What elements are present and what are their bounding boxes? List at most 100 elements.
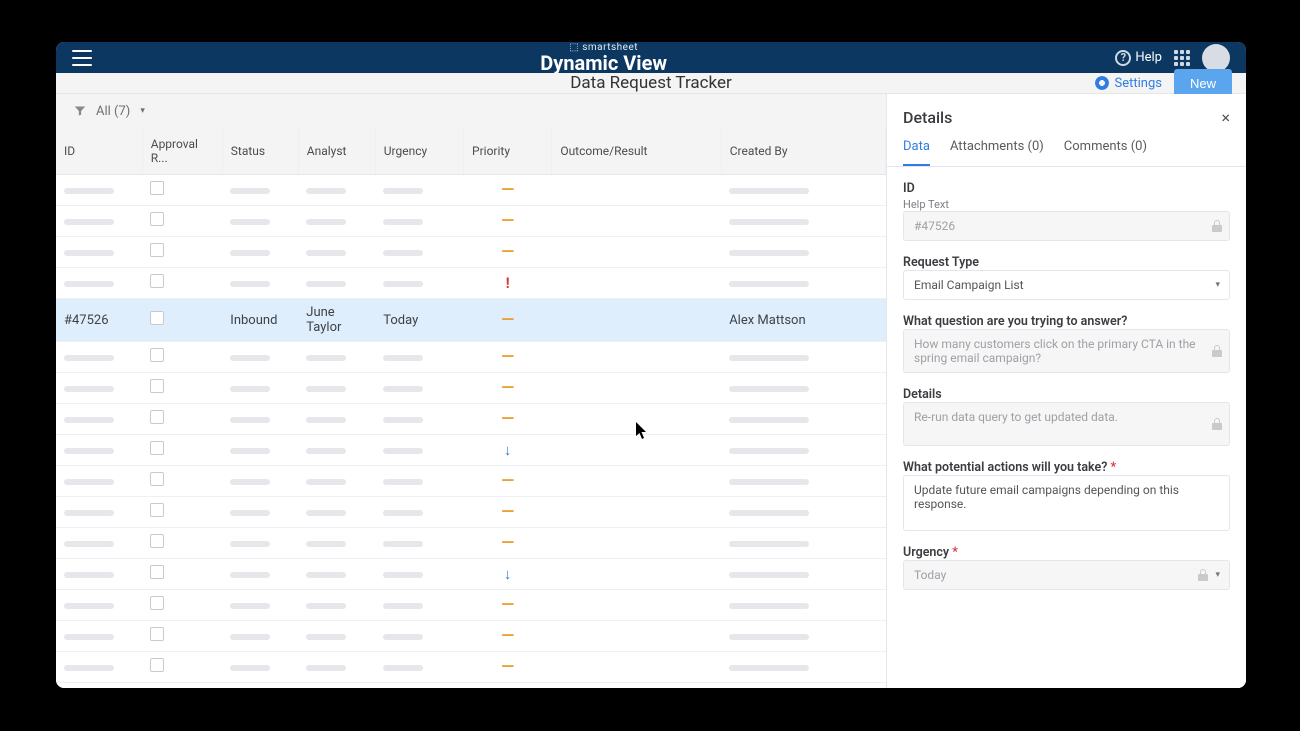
- details-panel: Details × Data Attachments (0) Comments …: [886, 94, 1246, 688]
- priority-medium-icon: —: [501, 502, 514, 522]
- placeholder: [64, 250, 114, 256]
- table-row[interactable]: ↓: [56, 559, 886, 590]
- approval-checkbox[interactable]: [150, 596, 164, 610]
- priority-medium-icon: —: [501, 626, 514, 646]
- urgency-select[interactable]: Today: [903, 560, 1230, 590]
- placeholder: [383, 479, 423, 485]
- approval-checkbox[interactable]: [150, 274, 164, 288]
- tab-attachments[interactable]: Attachments (0): [950, 131, 1044, 166]
- placeholder: [729, 355, 809, 361]
- approval-checkbox[interactable]: [150, 472, 164, 486]
- app-launcher-icon[interactable]: [1174, 50, 1190, 66]
- approval-checkbox[interactable]: [150, 565, 164, 579]
- col-header-created-by[interactable]: Created By: [721, 128, 885, 175]
- placeholder: [383, 386, 423, 392]
- placeholder: [729, 188, 809, 194]
- id-field: #47526: [903, 211, 1230, 241]
- top-bar: ⬚ smartsheet Dynamic View ? Help: [56, 42, 1246, 73]
- placeholder: [729, 281, 809, 287]
- menu-icon[interactable]: [72, 50, 92, 66]
- filter-icon: [74, 105, 86, 117]
- priority-medium-icon: —: [501, 242, 514, 262]
- table-row[interactable]: #47526InboundJune TaylorToday—Alex Matts…: [56, 299, 886, 342]
- table-row[interactable]: —: [56, 497, 886, 528]
- cell-status: Inbound: [222, 299, 298, 342]
- grid-area: All (7) ▾ ID Approval R... Status Analys…: [56, 94, 886, 688]
- placeholder: [306, 188, 346, 194]
- placeholder: [230, 250, 270, 256]
- table-row[interactable]: —: [56, 175, 886, 206]
- col-header-urgency[interactable]: Urgency: [375, 128, 463, 175]
- approval-checkbox[interactable]: [150, 410, 164, 424]
- placeholder: [230, 355, 270, 361]
- table-row[interactable]: —: [56, 621, 886, 652]
- table-row[interactable]: —: [56, 206, 886, 237]
- col-header-analyst[interactable]: Analyst: [298, 128, 375, 175]
- placeholder: [306, 510, 346, 516]
- page-title: Data Request Tracker: [570, 73, 732, 93]
- settings-button[interactable]: Settings: [1095, 76, 1162, 91]
- details-tabs: Data Attachments (0) Comments (0): [887, 131, 1246, 167]
- placeholder: [729, 386, 809, 392]
- approval-checkbox[interactable]: [150, 212, 164, 226]
- table-row[interactable]: —: [56, 652, 886, 683]
- placeholder: [230, 541, 270, 547]
- placeholder: [230, 281, 270, 287]
- approval-checkbox[interactable]: [150, 379, 164, 393]
- approval-checkbox[interactable]: [150, 348, 164, 362]
- approval-checkbox[interactable]: [150, 181, 164, 195]
- table-row[interactable]: !: [56, 268, 886, 299]
- placeholder: [230, 572, 270, 578]
- approval-checkbox[interactable]: [150, 243, 164, 257]
- question-field: How many customers click on the primary …: [903, 329, 1230, 373]
- placeholder: [230, 448, 270, 454]
- approval-checkbox[interactable]: [150, 534, 164, 548]
- id-help-text: Help Text: [903, 198, 1230, 211]
- placeholder: [64, 634, 114, 640]
- tab-comments[interactable]: Comments (0): [1064, 131, 1147, 166]
- approval-checkbox[interactable]: [150, 441, 164, 455]
- table-row[interactable]: —: [56, 528, 886, 559]
- table-row[interactable]: —: [56, 404, 886, 435]
- table-row[interactable]: —: [56, 590, 886, 621]
- col-header-priority[interactable]: Priority: [464, 128, 552, 175]
- placeholder: [306, 448, 346, 454]
- table-row[interactable]: —: [56, 466, 886, 497]
- avatar[interactable]: [1202, 44, 1230, 72]
- table-row[interactable]: —: [56, 373, 886, 404]
- approval-checkbox[interactable]: [150, 627, 164, 641]
- table-row[interactable]: !: [56, 683, 886, 689]
- placeholder: [729, 219, 809, 225]
- details-form: ID Help Text #47526 Request Type Email C…: [887, 167, 1246, 604]
- placeholder: [383, 510, 423, 516]
- placeholder: [306, 250, 346, 256]
- table-row[interactable]: —: [56, 237, 886, 268]
- placeholder: [383, 541, 423, 547]
- placeholder: [230, 417, 270, 423]
- table-row[interactable]: —: [56, 342, 886, 373]
- table-row[interactable]: ↓: [56, 435, 886, 466]
- priority-medium-icon: —: [501, 409, 514, 429]
- lock-icon: [1212, 345, 1222, 357]
- placeholder: [729, 250, 809, 256]
- close-icon[interactable]: ×: [1221, 108, 1230, 127]
- lock-icon: [1212, 418, 1222, 430]
- approval-checkbox[interactable]: [150, 503, 164, 517]
- request-type-select[interactable]: Email Campaign List: [903, 270, 1230, 300]
- col-header-outcome[interactable]: Outcome/Result: [552, 128, 721, 175]
- approval-checkbox[interactable]: [150, 311, 164, 325]
- chevron-down-icon: ▾: [1215, 280, 1220, 290]
- placeholder: [306, 479, 346, 485]
- col-header-approval[interactable]: Approval R...: [142, 128, 222, 175]
- col-header-id[interactable]: ID: [56, 128, 142, 175]
- tab-data[interactable]: Data: [903, 131, 930, 166]
- chevron-down-icon: ▾: [1215, 570, 1220, 580]
- actions-field[interactable]: Update future email campaigns depending …: [903, 475, 1230, 531]
- filter-dropdown[interactable]: All (7) ▾: [96, 104, 145, 119]
- lock-icon: [1212, 220, 1222, 232]
- help-button[interactable]: ? Help: [1115, 50, 1162, 66]
- placeholder: [383, 634, 423, 640]
- approval-checkbox[interactable]: [150, 658, 164, 672]
- placeholder: [729, 572, 809, 578]
- col-header-status[interactable]: Status: [222, 128, 298, 175]
